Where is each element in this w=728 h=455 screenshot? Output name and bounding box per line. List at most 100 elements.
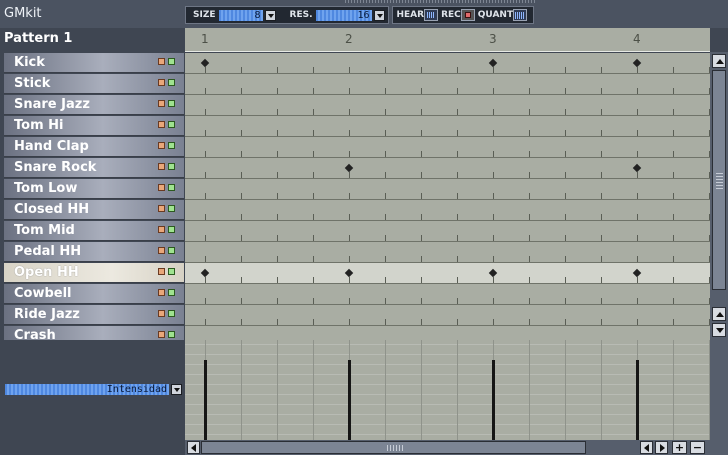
resolution-dropdown-icon[interactable] [373,9,385,21]
solo-toggle-icon[interactable] [168,142,175,149]
step-tick [637,319,638,325]
note-marker[interactable] [344,163,354,173]
grid-row[interactable] [185,242,710,263]
step-tick [673,214,674,220]
hear-toggle-icon[interactable] [424,9,439,21]
scroll-left-small-icon[interactable] [640,441,653,454]
scroll-right-icon[interactable] [655,441,668,454]
instrument-row[interactable]: Snare Rock [4,158,184,178]
note-marker[interactable] [632,58,642,68]
mute-toggle-icon[interactable] [158,205,165,212]
mute-toggle-icon[interactable] [158,184,165,191]
solo-toggle-icon[interactable] [168,268,175,275]
mute-toggle-icon[interactable] [158,79,165,86]
horizontal-scrollbar[interactable]: + − [185,440,728,455]
grid-row[interactable] [185,116,710,137]
mute-toggle-icon[interactable] [158,226,165,233]
instrument-row[interactable]: Pedal HH [4,242,184,262]
mute-toggle-icon[interactable] [158,247,165,254]
solo-toggle-icon[interactable] [168,310,175,317]
velocity-bar[interactable] [348,360,351,440]
note-marker[interactable] [200,268,210,278]
note-property-dropdown-icon[interactable] [171,383,182,395]
mute-toggle-icon[interactable] [158,58,165,65]
instrument-row[interactable]: Kick [4,53,184,73]
note-marker[interactable] [200,58,210,68]
note-marker[interactable] [488,268,498,278]
solo-toggle-icon[interactable] [168,58,175,65]
record-toggle-icon[interactable] [460,9,475,21]
grid-row[interactable] [185,74,710,95]
note-marker[interactable] [632,163,642,173]
note-property-select[interactable]: Intensidad [5,383,182,395]
mute-toggle-icon[interactable] [158,121,165,128]
instrument-row[interactable]: Ride Jazz [4,305,184,325]
solo-toggle-icon[interactable] [168,226,175,233]
note-marker[interactable] [344,268,354,278]
solo-toggle-icon[interactable] [168,100,175,107]
grid-row[interactable] [185,305,710,326]
note-marker[interactable] [488,58,498,68]
zoom-in-icon[interactable]: + [672,441,687,454]
mute-toggle-icon[interactable] [158,163,165,170]
solo-toggle-icon[interactable] [168,79,175,86]
grid-row[interactable] [185,179,710,200]
instrument-row[interactable]: Open HH [4,263,184,283]
grid-row[interactable] [185,137,710,158]
velocity-bar[interactable] [636,360,639,440]
solo-toggle-icon[interactable] [168,205,175,212]
solo-toggle-icon[interactable] [168,247,175,254]
quantize-toggle-icon[interactable] [513,9,528,21]
solo-toggle-icon[interactable] [168,163,175,170]
instrument-row[interactable]: Cowbell [4,284,184,304]
scroll-up-small-icon[interactable] [712,307,726,321]
mute-toggle-icon[interactable] [158,100,165,107]
vertical-scroll-thumb[interactable] [712,70,726,290]
mute-toggle-icon[interactable] [158,142,165,149]
solo-toggle-icon[interactable] [168,121,175,128]
grid-row[interactable] [185,221,710,242]
grid-row[interactable] [185,263,710,284]
pattern-grid[interactable] [185,53,710,340]
grid-row[interactable] [185,158,710,179]
solo-toggle-icon[interactable] [168,331,175,338]
zoom-out-icon[interactable]: − [690,441,705,454]
mute-toggle-icon[interactable] [158,289,165,296]
step-tick [493,193,494,199]
instrument-row[interactable]: Crash [4,326,184,340]
instrument-row[interactable]: Hand Clap [4,137,184,157]
vertical-scrollbar[interactable] [710,52,728,340]
velocity-editor[interactable] [185,340,710,440]
solo-toggle-icon[interactable] [168,289,175,296]
size-dropdown-icon[interactable] [264,9,276,21]
window-grip[interactable] [345,0,535,3]
instrument-row[interactable]: Tom Mid [4,221,184,241]
mute-toggle-icon[interactable] [158,310,165,317]
mute-toggle-icon[interactable] [158,331,165,338]
grid-row[interactable] [185,326,710,340]
mute-toggle-icon[interactable] [158,268,165,275]
resolution-value-display[interactable]: 16 [315,9,372,21]
instrument-name: Snare Rock [14,160,97,175]
note-property-value[interactable]: Intensidad [5,383,169,395]
scroll-down-icon[interactable] [712,323,726,337]
scroll-left-icon[interactable] [187,441,200,454]
instrument-row[interactable]: Closed HH [4,200,184,220]
velocity-bar[interactable] [204,360,207,440]
instrument-row[interactable]: Snare Jazz [4,95,184,115]
instrument-row[interactable]: Tom Low [4,179,184,199]
grid-row[interactable] [185,95,710,116]
grid-row[interactable] [185,200,710,221]
instrument-row[interactable]: Tom Hi [4,116,184,136]
scroll-up-icon[interactable] [712,54,726,68]
size-value-display[interactable]: 8 [218,9,263,21]
note-marker[interactable] [632,268,642,278]
beat-ruler[interactable]: 1 2 3 4 [185,28,710,52]
grid-row[interactable] [185,53,710,74]
velocity-bar[interactable] [492,360,495,440]
grid-row[interactable] [185,284,710,305]
step-tick [601,235,602,241]
solo-toggle-icon[interactable] [168,184,175,191]
horizontal-scroll-thumb[interactable] [201,441,586,454]
instrument-row[interactable]: Stick [4,74,184,94]
